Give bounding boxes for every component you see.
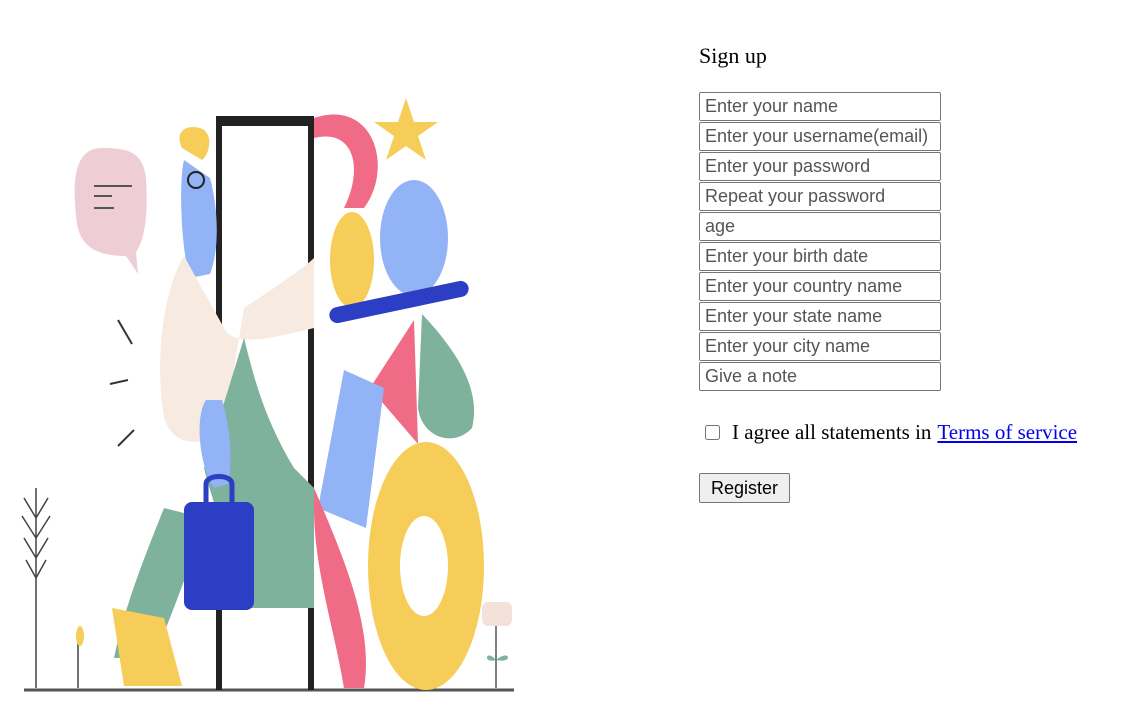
city-input[interactable]: [699, 332, 941, 361]
plant-left-icon: [21, 488, 84, 688]
terms-agreement: I agree all statements in Terms of servi…: [699, 420, 1077, 445]
signup-page: Sign up I agree all statements in Terms …: [0, 0, 1136, 727]
terms-of-service-link[interactable]: Terms of service: [937, 420, 1077, 445]
agree-checkbox[interactable]: [705, 425, 720, 440]
register-button[interactable]: Register: [699, 473, 791, 503]
birth-date-input[interactable]: [699, 242, 941, 271]
speech-bubble-icon: [74, 148, 147, 274]
password-input[interactable]: [699, 152, 941, 181]
country-input[interactable]: [699, 272, 941, 301]
signup-illustration: [21, 98, 514, 692]
motion-lines: [109, 319, 135, 447]
state-input[interactable]: [699, 302, 941, 331]
repeat-password-input[interactable]: [699, 182, 941, 211]
username-email-input[interactable]: [699, 122, 941, 151]
page-title: Sign up: [699, 43, 767, 68]
form-fields: [699, 92, 941, 392]
signup-form: Sign up I agree all statements in Terms …: [699, 40, 1129, 503]
note-input[interactable]: [699, 362, 941, 391]
name-input[interactable]: [699, 92, 941, 121]
colorful-shapes: [314, 98, 512, 690]
age-input[interactable]: [699, 212, 941, 241]
agree-label: I agree all statements in: [732, 420, 932, 444]
